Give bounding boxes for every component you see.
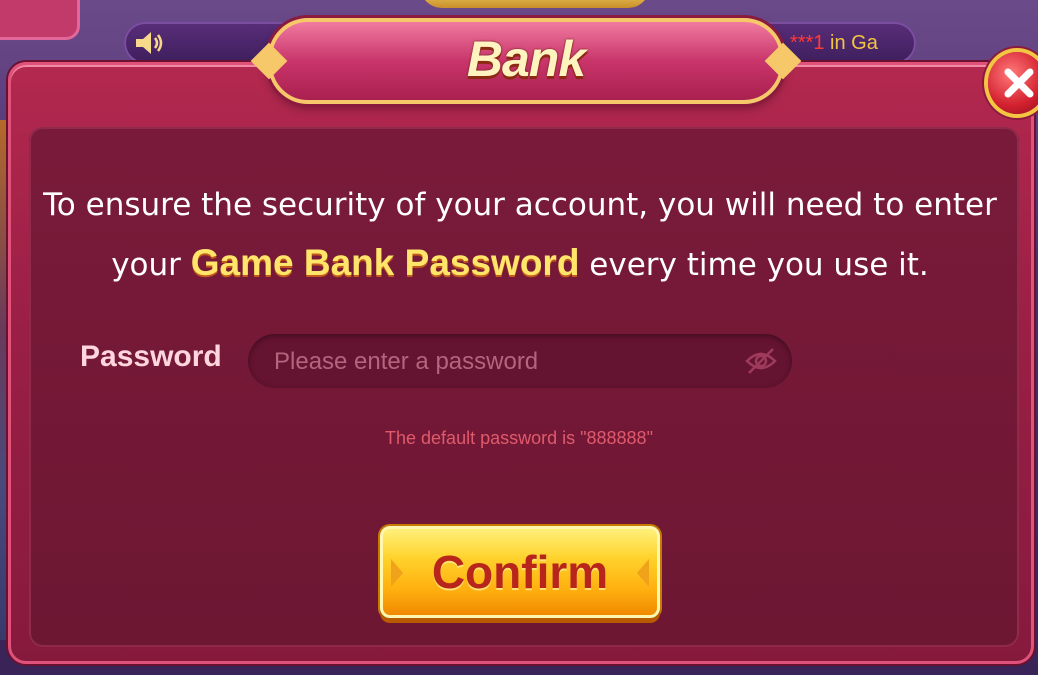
dialog-title: Bank [466,31,586,87]
close-button[interactable] [988,52,1038,114]
close-icon [1004,68,1034,98]
password-field [248,334,792,390]
background-tile [0,0,80,40]
background-coin-decoration [420,0,650,8]
eye-off-icon[interactable] [744,345,778,377]
confirm-label: Confirm [431,546,609,598]
confirm-button[interactable]: Confirm [380,526,660,618]
message-highlight: Game Bank Password [190,242,580,283]
marquee-text: ***1 in Ga [790,32,910,58]
security-message: To ensure the security of your account, … [40,176,1000,294]
password-input[interactable] [272,334,746,390]
speaker-icon [136,32,163,54]
password-label: Password [80,340,222,373]
marquee-message: in Ga [824,32,878,54]
default-password-hint: The default password is "888888" [385,428,653,448]
marquee-masked-user: ***1 [790,32,825,54]
message-text-end: every time you use it. [579,247,929,283]
